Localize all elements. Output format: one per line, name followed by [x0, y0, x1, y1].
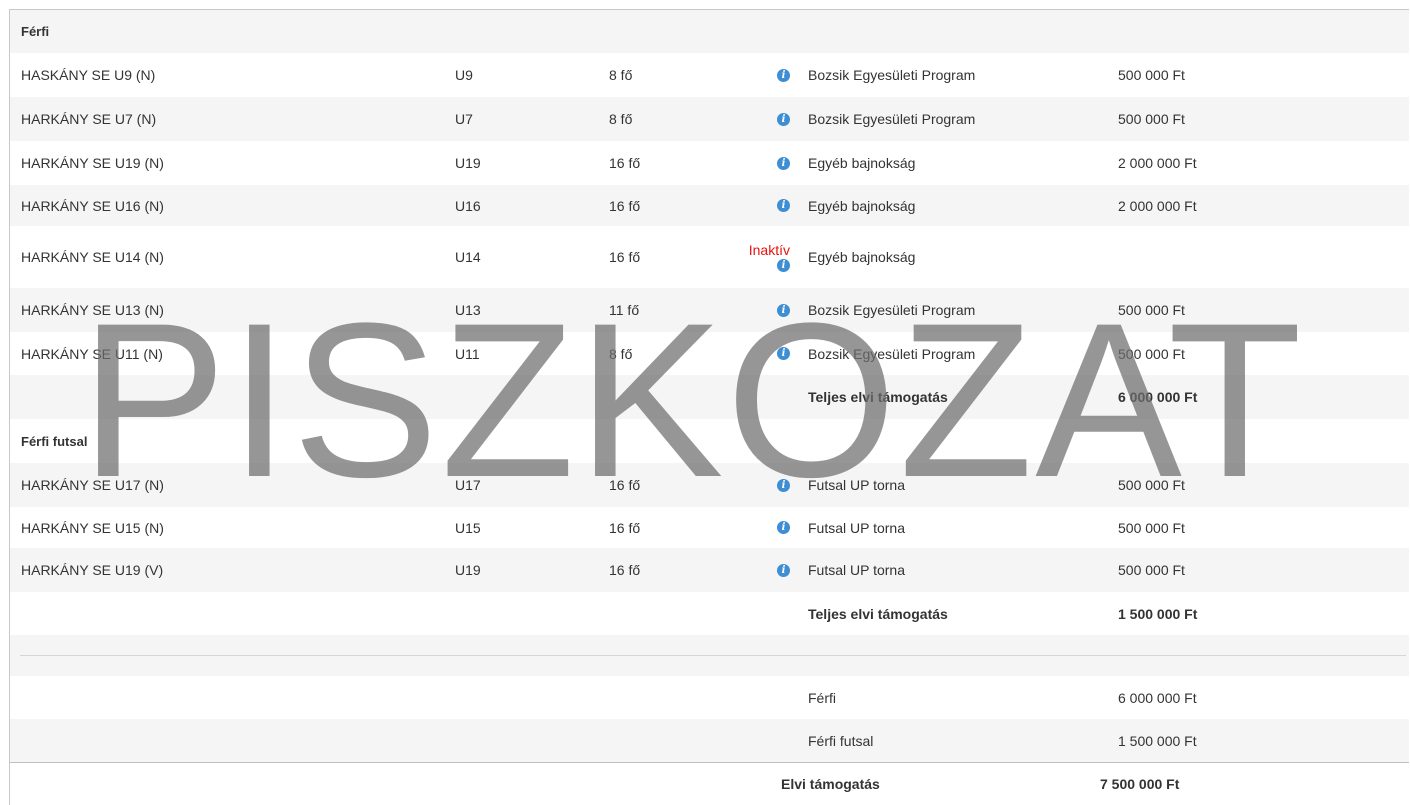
player-count: 8 fő — [609, 67, 633, 83]
summary-row: Férfi 6 000 000 Ft — [10, 676, 1409, 719]
grand-total-amount: 7 500 000 Ft — [1100, 776, 1180, 792]
team-name: HARKÁNY SE U11 (N) — [21, 345, 163, 362]
team-name: HARKÁNY SE U15 (N) — [21, 519, 164, 536]
total-amount: 6 000 000 Ft — [1118, 389, 1198, 405]
section-title: Férfi futsal — [21, 433, 88, 449]
program-name: Bozsik Egyesületi Program — [808, 67, 976, 83]
table-row: HARKÁNY SE U19 (V) U19 16 fő i Futsal UP… — [10, 548, 1409, 592]
amount: 2 000 000 Ft — [1118, 155, 1197, 171]
age-group: U9 — [455, 67, 473, 83]
program-name: Futsal UP torna — [808, 519, 906, 536]
team-name: HARKÁNY SE U17 (N) — [21, 477, 164, 493]
amount: 500 000 Ft — [1118, 519, 1185, 536]
program-name: Bozsik Egyesületi Program — [808, 302, 976, 318]
summary-label: Férfi futsal — [808, 732, 874, 749]
age-group: U13 — [455, 302, 481, 318]
info-icon[interactable]: i — [777, 347, 790, 360]
info-icon[interactable]: i — [777, 303, 790, 317]
info-icon[interactable]: i — [777, 199, 790, 212]
player-count: 8 fő — [609, 345, 633, 362]
age-group: U19 — [455, 562, 481, 578]
info-icon[interactable]: i — [777, 478, 790, 492]
info-icon[interactable]: i — [777, 156, 790, 170]
total-label: Teljes elvi támogatás — [808, 389, 948, 405]
summary-amount: 6 000 000 Ft — [1118, 689, 1197, 706]
age-group: U7 — [455, 111, 473, 127]
divider — [20, 655, 1406, 656]
player-count: 16 fő — [609, 197, 641, 214]
program-name: Bozsik Egyesületi Program — [808, 345, 976, 362]
amount: 500 000 Ft — [1118, 345, 1185, 362]
player-count: 16 fő — [609, 249, 641, 265]
program-name: Egyéb bajnokság — [808, 155, 916, 171]
section-total-row: Teljes elvi támogatás 6 000 000 Ft — [10, 375, 1409, 419]
summary-row: Férfi futsal 1 500 000 Ft — [10, 719, 1409, 762]
table-row: HARKÁNY SE U15 (N) U15 16 fő i Futsal UP… — [10, 507, 1409, 548]
amount: 500 000 Ft — [1118, 477, 1185, 493]
player-count: 16 fő — [609, 477, 641, 493]
section-total-row: Teljes elvi támogatás 1 500 000 Ft — [10, 592, 1409, 635]
team-name: HASKÁNY SE U9 (N) — [21, 67, 156, 83]
total-amount: 1 500 000 Ft — [1118, 605, 1198, 622]
section-title: Férfi — [21, 24, 50, 39]
table-row: HARKÁNY SE U14 (N) U14 16 fő Inaktív i E… — [10, 226, 1409, 288]
amount: 500 000 Ft — [1118, 111, 1185, 127]
age-group: U15 — [455, 519, 481, 536]
grand-total-row: Elvi támogatás 7 500 000 Ft — [10, 763, 1409, 805]
team-name: HARKÁNY SE U14 (N) — [21, 249, 164, 265]
player-count: 8 fő — [609, 111, 633, 127]
summary-label: Férfi — [808, 689, 836, 706]
team-name: HARKÁNY SE U19 (V) — [21, 562, 164, 578]
program-name: Futsal UP torna — [808, 562, 906, 578]
info-icon[interactable]: i — [777, 521, 790, 534]
player-count: 11 fő — [609, 302, 640, 318]
amount: 500 000 Ft — [1118, 562, 1185, 578]
amount: 500 000 Ft — [1118, 302, 1185, 318]
age-group: U14 — [455, 249, 481, 265]
table-row: HARKÁNY SE U7 (N) U7 8 fő i Bozsik Egyes… — [10, 97, 1409, 141]
player-count: 16 fő — [609, 562, 641, 578]
program-name: Futsal UP torna — [808, 477, 906, 493]
section-header-ferfi-futsal: Férfi futsal — [10, 419, 1409, 463]
age-group: U11 — [455, 345, 480, 362]
program-name: Egyéb bajnokság — [808, 197, 916, 214]
grand-total-label: Elvi támogatás — [781, 776, 880, 792]
program-name: Egyéb bajnokság — [808, 249, 916, 265]
table-row: HARKÁNY SE U16 (N) U16 16 fő i Egyéb baj… — [10, 185, 1409, 226]
amount: 2 000 000 Ft — [1118, 197, 1197, 214]
age-group: U19 — [455, 155, 481, 171]
team-name: HARKÁNY SE U16 (N) — [21, 197, 164, 214]
age-group: U16 — [455, 197, 481, 214]
total-label: Teljes elvi támogatás — [808, 605, 948, 622]
team-name: HARKÁNY SE U13 (N) — [21, 302, 164, 318]
info-icon[interactable]: i — [777, 258, 790, 272]
player-count: 16 fő — [609, 155, 641, 171]
amount: 500 000 Ft — [1118, 67, 1185, 83]
team-name: HARKÁNY SE U7 (N) — [21, 111, 157, 127]
age-group: U17 — [455, 477, 481, 493]
info-icon[interactable]: i — [777, 68, 790, 82]
table-row: HARKÁNY SE U19 (N) U19 16 fő i Egyéb baj… — [10, 141, 1409, 185]
player-count: 16 fő — [609, 519, 641, 536]
summary-amount: 1 500 000 Ft — [1118, 732, 1197, 749]
table-row: HASKÁNY SE U9 (N) U9 8 fő i Bozsik Egyes… — [10, 53, 1409, 97]
info-icon[interactable]: i — [777, 112, 790, 126]
section-header-ferfi: Férfi — [10, 10, 1409, 53]
team-name: HARKÁNY SE U19 (N) — [21, 155, 164, 171]
inactive-status: Inaktív — [748, 241, 790, 258]
table-row: HARKÁNY SE U11 (N) U11 8 fő i Bozsik Egy… — [10, 332, 1409, 375]
table-row: HARKÁNY SE U17 (N) U17 16 fő i Futsal UP… — [10, 463, 1409, 507]
table-row: HARKÁNY SE U13 (N) U13 11 fő i Bozsik Eg… — [10, 288, 1409, 332]
info-icon[interactable]: i — [777, 563, 790, 577]
program-name: Bozsik Egyesületi Program — [808, 111, 976, 127]
